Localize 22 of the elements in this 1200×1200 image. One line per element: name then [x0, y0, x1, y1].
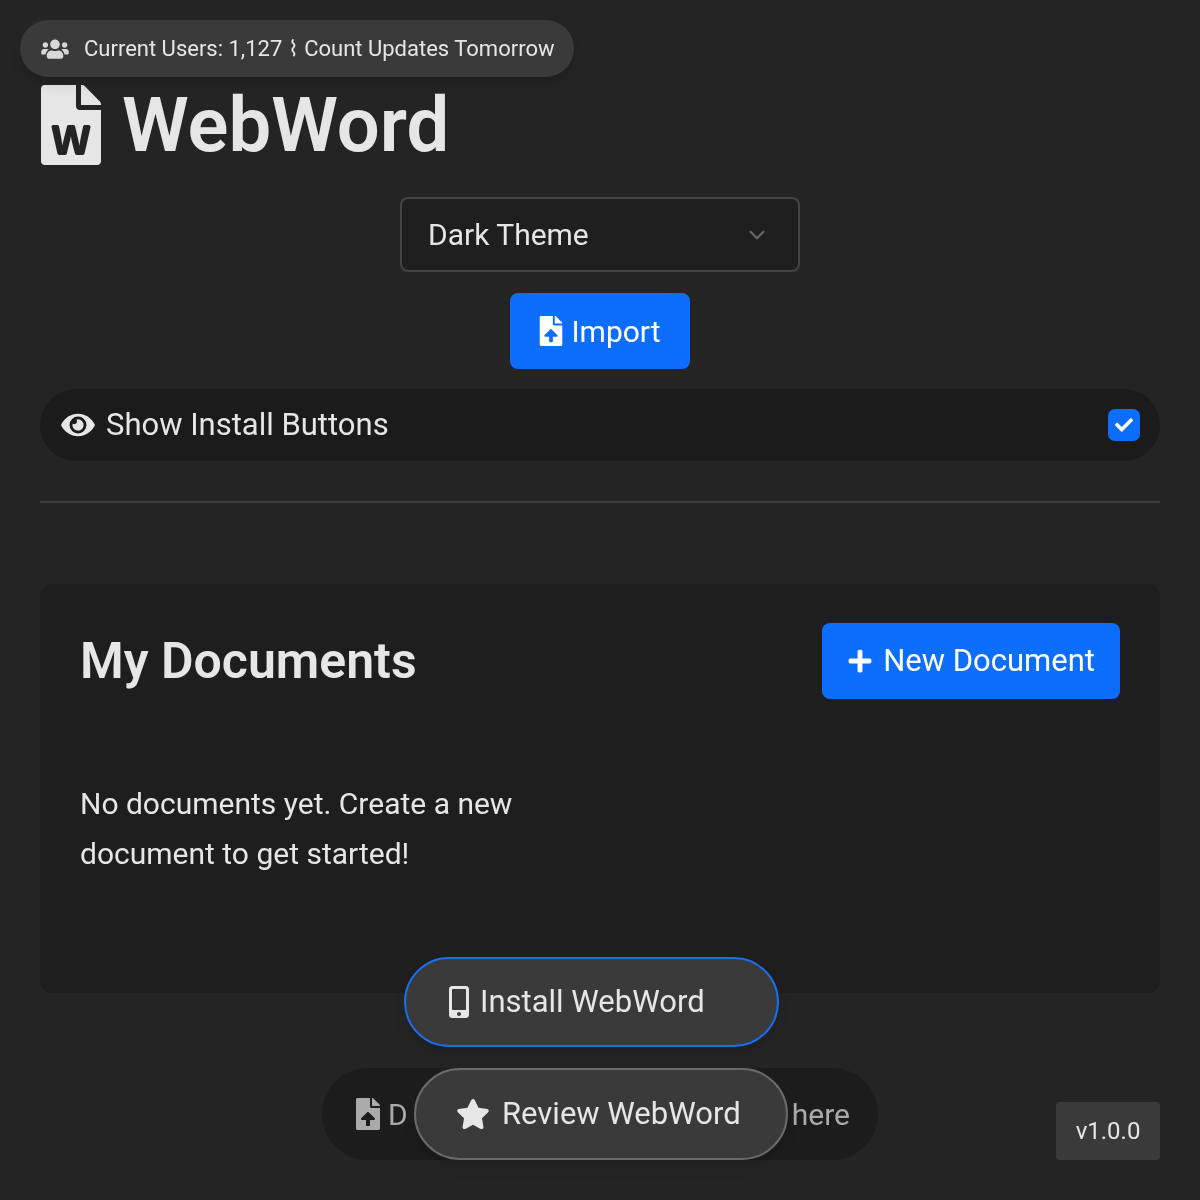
import-button[interactable]: Import [510, 293, 690, 369]
review-toast[interactable]: Review WebWord [414, 1068, 788, 1160]
install-button[interactable]: Install WebWord [404, 957, 779, 1047]
theme-select[interactable]: Dark Theme [400, 197, 800, 272]
toggle-label: Show Install Buttons [106, 404, 389, 445]
checkbox[interactable] [1108, 409, 1140, 441]
star-icon [456, 1098, 490, 1130]
plus-icon [847, 648, 874, 674]
drop-zone-text: here [791, 1095, 850, 1134]
new-document-button[interactable]: New Document [822, 623, 1120, 699]
empty-message: No documents yet. Create a new document to get started! [80, 785, 514, 873]
document-icon [40, 85, 102, 165]
drop-zone-text: D [388, 1095, 408, 1134]
version-badge: v1.0.0 [1056, 1102, 1160, 1160]
documents-heading: My Documents [80, 630, 417, 692]
users-count-text: Current Users: 1,127 ⌇ Count Updates Tomorrow [84, 35, 555, 63]
drop-zone[interactable]: D Review WebWord here [322, 1068, 878, 1160]
file-upload-icon [539, 316, 564, 346]
check-icon [1115, 416, 1133, 434]
phone-icon [446, 986, 472, 1018]
app-title: WebWord [122, 87, 450, 163]
users-icon [40, 37, 70, 60]
